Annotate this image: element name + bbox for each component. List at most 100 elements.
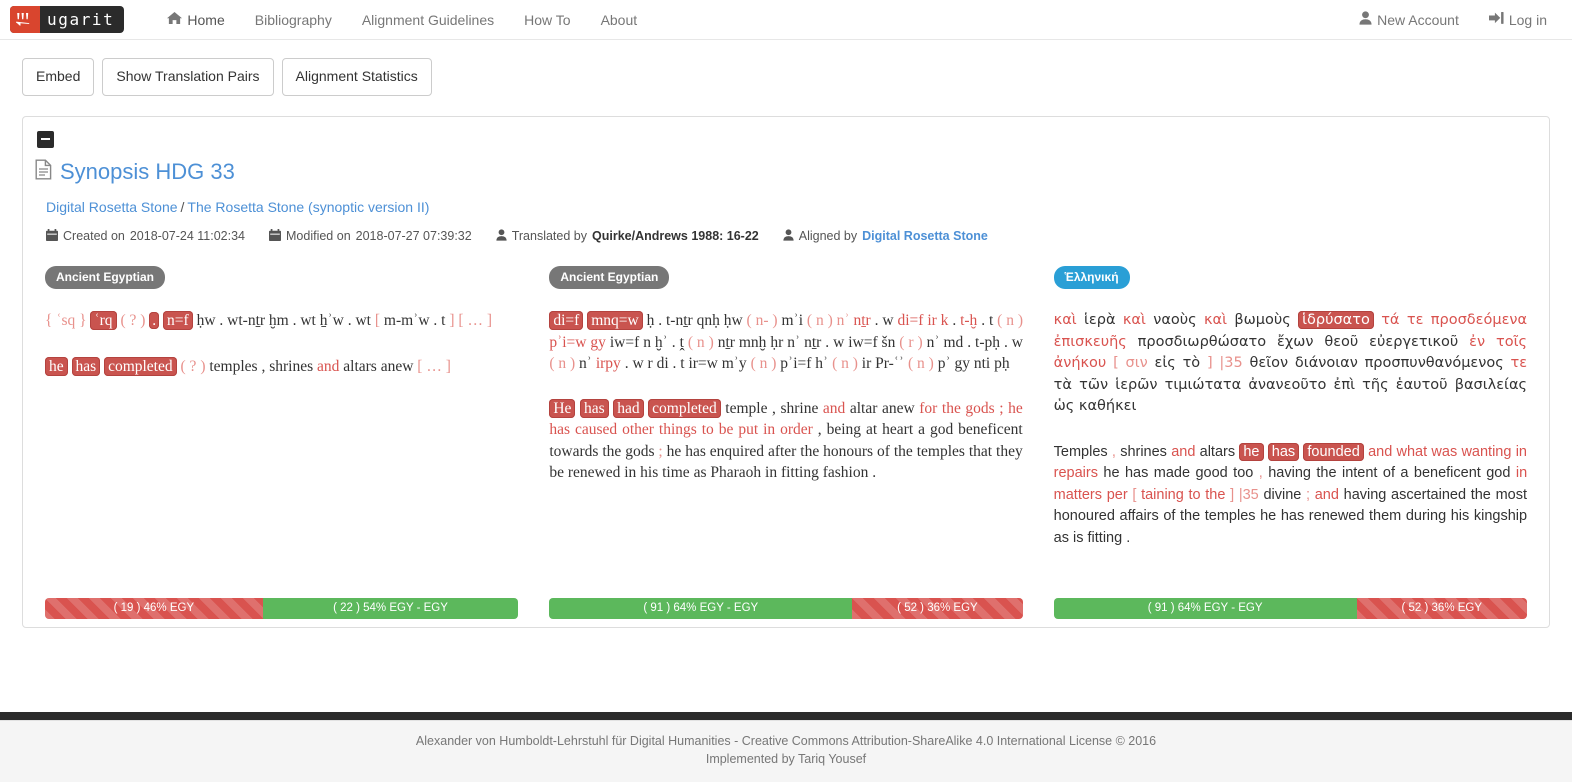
token[interactable]: gods bbox=[965, 400, 994, 417]
token[interactable]: di bbox=[657, 355, 669, 372]
token[interactable]: šn bbox=[882, 334, 896, 351]
breadcrumb-child-link[interactable]: The Rosetta Stone (synoptic version II) bbox=[187, 199, 429, 215]
token[interactable]: n bbox=[917, 355, 925, 372]
token[interactable]: r bbox=[648, 355, 653, 372]
token[interactable]: τε bbox=[1407, 312, 1424, 328]
token[interactable]: τῆς bbox=[1362, 377, 1388, 393]
token[interactable]: ὡς bbox=[1054, 398, 1075, 414]
token[interactable]: time bbox=[662, 464, 690, 481]
token[interactable]: ( bbox=[120, 312, 125, 329]
token[interactable]: repairs bbox=[1054, 465, 1098, 481]
token[interactable]: ( bbox=[181, 358, 186, 375]
token[interactable]: τὰ bbox=[1054, 377, 1072, 393]
token[interactable]: ( bbox=[688, 334, 693, 351]
token[interactable]: fitting bbox=[781, 464, 819, 481]
token[interactable]: . bbox=[1004, 334, 1008, 351]
token[interactable]: made bbox=[1154, 465, 1190, 481]
token[interactable]: θεῖον bbox=[1250, 355, 1289, 371]
token[interactable]: altars bbox=[343, 358, 377, 375]
token[interactable]: towards bbox=[549, 443, 598, 460]
token[interactable]: affairs bbox=[1120, 508, 1159, 524]
token[interactable]: as bbox=[1054, 530, 1069, 546]
token[interactable]: καθήκει bbox=[1079, 398, 1136, 414]
token[interactable]: and bbox=[1171, 444, 1195, 460]
token[interactable]: [ bbox=[417, 358, 422, 375]
token[interactable]: ) bbox=[140, 312, 145, 329]
token[interactable]: they bbox=[996, 443, 1023, 460]
token[interactable]: καὶ bbox=[1123, 312, 1146, 328]
progress-segment-unaligned[interactable]: ( 19 ) 46% EGY bbox=[45, 597, 263, 619]
token[interactable]: ḥw bbox=[724, 312, 743, 329]
token[interactable]: having bbox=[1344, 487, 1387, 503]
token[interactable]: irpy bbox=[596, 355, 621, 372]
token[interactable]: ἀνανεοῦτο bbox=[1248, 377, 1326, 393]
token[interactable]: καὶ bbox=[1054, 312, 1077, 328]
token[interactable]: ( bbox=[807, 312, 812, 329]
token[interactable]: nṯr bbox=[718, 334, 735, 351]
token[interactable]: w bbox=[632, 355, 643, 372]
token[interactable]: ( bbox=[549, 355, 554, 372]
token[interactable]: ) bbox=[772, 312, 777, 329]
token[interactable]: . bbox=[875, 312, 879, 329]
token[interactable]: ( bbox=[899, 334, 904, 351]
token[interactable]: wanting bbox=[1461, 444, 1511, 460]
token[interactable]: iw=f bbox=[610, 334, 639, 351]
token[interactable]: at bbox=[866, 421, 877, 438]
token[interactable]: order bbox=[780, 421, 813, 438]
token[interactable]: ; bbox=[999, 400, 1003, 417]
token[interactable]: temples bbox=[209, 358, 257, 375]
token[interactable]: in bbox=[765, 464, 777, 481]
token[interactable]: and bbox=[823, 400, 845, 417]
show-translation-pairs-button[interactable]: Show Translation Pairs bbox=[102, 58, 274, 96]
token[interactable]: nʾ bbox=[787, 334, 800, 351]
token[interactable]: ascertained bbox=[1391, 487, 1466, 503]
token[interactable]: . bbox=[219, 312, 223, 329]
token[interactable]: ] bbox=[1207, 355, 1213, 371]
token[interactable]: Temples bbox=[1054, 444, 1108, 460]
token[interactable]: . bbox=[293, 312, 297, 329]
token-highlighted[interactable]: completed bbox=[648, 398, 721, 418]
token[interactable]: divine bbox=[1263, 487, 1301, 503]
token[interactable]: too bbox=[1233, 465, 1253, 481]
token-highlighted[interactable]: he bbox=[45, 356, 68, 376]
token[interactable]: nti bbox=[974, 355, 990, 372]
token[interactable]: in bbox=[763, 421, 775, 438]
progress-segment-unaligned[interactable]: ( 52 ) 36% EGY bbox=[1356, 597, 1527, 619]
token[interactable]: ἱερῶν bbox=[1115, 377, 1157, 393]
progress-bar-column-2[interactable]: ( 91 ) 64% EGY - EGY ( 52 ) 36% EGY bbox=[549, 597, 1023, 619]
token[interactable]: pʾi=f bbox=[780, 355, 811, 372]
token[interactable]: n bbox=[697, 334, 705, 351]
token[interactable]: ḥw bbox=[197, 312, 216, 329]
token[interactable]: ir=w bbox=[688, 355, 717, 372]
token[interactable]: n bbox=[643, 334, 651, 351]
token[interactable]: god bbox=[930, 421, 953, 438]
token[interactable]: θεοῦ bbox=[1324, 334, 1358, 350]
token[interactable]: . bbox=[625, 355, 629, 372]
token[interactable]: καὶ bbox=[1204, 312, 1227, 328]
token[interactable]: wt bbox=[300, 312, 316, 329]
token[interactable]: ( bbox=[751, 355, 756, 372]
token[interactable]: beneficent bbox=[958, 421, 1023, 438]
progress-segment-aligned[interactable]: ( 91 ) 64% EGY - EGY bbox=[549, 597, 853, 619]
token[interactable]: pʾ bbox=[938, 355, 951, 372]
token[interactable]: in bbox=[624, 464, 636, 481]
token[interactable]: ἱερὰ bbox=[1084, 312, 1116, 328]
token-highlighted[interactable]: He bbox=[549, 398, 576, 418]
token[interactable]: t bbox=[989, 312, 993, 329]
token[interactable]: he bbox=[1103, 465, 1119, 481]
nav-item-about[interactable]: About bbox=[586, 0, 653, 40]
token[interactable]: he bbox=[667, 443, 682, 460]
token-highlighted[interactable]: di=f bbox=[549, 311, 584, 331]
token[interactable]: his bbox=[1451, 508, 1470, 524]
token[interactable]: enquired bbox=[710, 443, 764, 460]
token[interactable]: intent bbox=[1342, 465, 1377, 481]
token[interactable]: temples bbox=[917, 443, 965, 460]
token[interactable]: ; bbox=[1306, 487, 1310, 503]
token[interactable]: be bbox=[549, 464, 564, 481]
token[interactable]: ] bbox=[487, 312, 492, 329]
token[interactable]: ) bbox=[709, 334, 714, 351]
token-highlighted[interactable]: ʿrq bbox=[90, 311, 117, 331]
token[interactable]: in bbox=[1516, 465, 1527, 481]
breadcrumb-parent-link[interactable]: Digital Rosetta Stone bbox=[46, 199, 178, 215]
token-highlighted[interactable]: mnq=w bbox=[587, 311, 643, 331]
